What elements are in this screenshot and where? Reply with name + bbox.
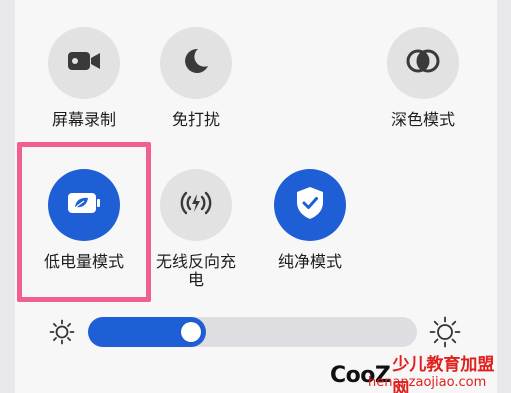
tile-label: 纯净模式 — [277, 252, 342, 271]
tile-dark-mode[interactable]: 深色模式 — [358, 27, 488, 129]
brightness-high-icon — [428, 315, 462, 353]
tile-screen-record[interactable]: 屏幕录制 — [19, 27, 149, 129]
tile-label: 深色模式 — [390, 110, 455, 129]
brightness-row — [0, 310, 511, 354]
dark-mode-button[interactable] — [387, 27, 459, 99]
screen-record-button[interactable] — [48, 27, 120, 99]
pure-mode-button[interactable] — [274, 169, 346, 241]
shield-check-icon — [295, 186, 325, 224]
dark-mode-icon — [406, 48, 440, 78]
video-camera-icon — [67, 49, 101, 77]
wireless-charge-icon — [176, 188, 216, 222]
watermark-url: henanzaojiao.com — [368, 375, 487, 390]
tile-label: 免打扰 — [171, 110, 220, 129]
tile-label: 无线反向充 电 — [155, 252, 236, 289]
highlight-frame — [17, 142, 151, 302]
tile-do-not-disturb[interactable]: 免打扰 — [131, 27, 261, 129]
watermark: CooZ 少儿教育加盟网 henanzaojiao.com — [330, 350, 511, 393]
tile-label: 屏幕录制 — [51, 110, 116, 129]
moon-icon — [181, 46, 211, 80]
brightness-low-icon — [48, 318, 76, 350]
brightness-slider[interactable] — [88, 317, 417, 347]
reverse-charge-button[interactable] — [160, 169, 232, 241]
brightness-slider-thumb[interactable] — [181, 322, 201, 342]
tile-pure-mode[interactable]: 纯净模式 — [245, 169, 375, 271]
do-not-disturb-button[interactable] — [160, 27, 232, 99]
